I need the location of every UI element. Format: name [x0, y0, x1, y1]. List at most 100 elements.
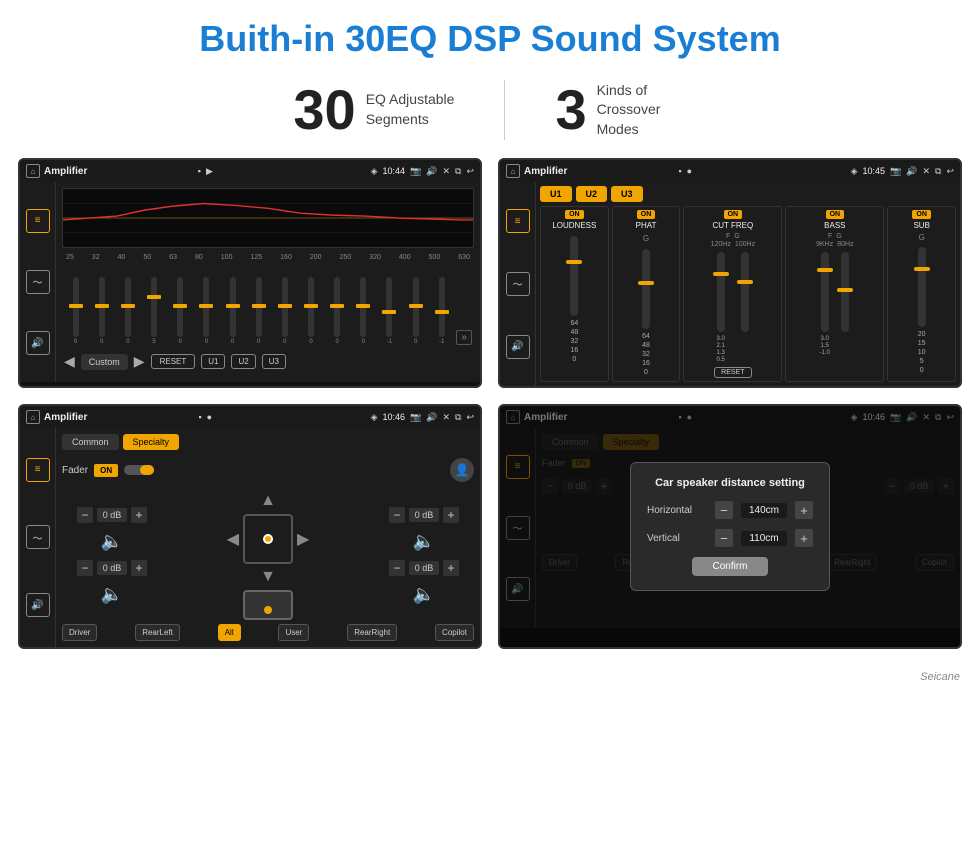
home-icon-2[interactable]: ⌂ [506, 164, 520, 178]
slider-7[interactable]: 0 [221, 277, 244, 345]
phat-slider[interactable] [642, 249, 650, 329]
slider-2[interactable]: 0 [90, 277, 113, 345]
cutfreq-slider-f[interactable] [717, 252, 725, 332]
tab-specialty[interactable]: Specialty [123, 434, 180, 450]
phat-label: PHAT [636, 221, 657, 230]
u3-preset-btn[interactable]: U3 [611, 186, 643, 202]
dialog-title: Car speaker distance setting [647, 477, 813, 489]
u2-preset-btn[interactable]: U2 [576, 186, 608, 202]
all-btn[interactable]: All [218, 624, 241, 641]
slider-5[interactable]: 0 [169, 277, 192, 345]
db-plus-rl[interactable]: + [131, 560, 147, 576]
location-icon-3: ◈ [371, 412, 378, 423]
db-plus-fl[interactable]: + [131, 507, 147, 523]
slider-6[interactable]: 0 [195, 277, 218, 345]
sidebar-wave-btn[interactable]: 〜 [26, 270, 50, 294]
crosshair[interactable] [243, 514, 293, 564]
screen2-content: ≡ 〜 🔊 U1 U2 U3 ON LOUDNESS [500, 182, 960, 386]
db-minus-fl[interactable]: − [77, 507, 93, 523]
db-value-fr: 0 dB [409, 508, 439, 522]
reset-btn[interactable]: RESET [151, 354, 196, 369]
sub-on[interactable]: ON [912, 210, 931, 219]
expand-btn[interactable]: » [456, 330, 472, 345]
slider-14[interactable]: 0 [404, 277, 427, 345]
slider-3[interactable]: 0 [116, 277, 139, 345]
driver-btn[interactable]: Driver [62, 624, 97, 641]
screen1-sidebar: ≡ 〜 🔊 [20, 182, 56, 382]
reset-btn-2[interactable]: RESET [714, 367, 751, 378]
slider-8[interactable]: 0 [247, 277, 270, 345]
vertical-plus[interactable]: + [795, 529, 813, 547]
sub-slider[interactable] [918, 247, 926, 327]
sidebar-vol-btn[interactable]: 🔊 [26, 331, 50, 355]
rear-left-btn[interactable]: RearLeft [135, 624, 180, 641]
record-icon-3: ▪ [198, 412, 201, 422]
u3-btn[interactable]: U3 [262, 354, 286, 369]
location-icon: ◈ [371, 166, 378, 177]
loudness-slider[interactable] [570, 236, 578, 316]
db-plus-rr[interactable]: + [443, 560, 459, 576]
sidebar-eq-btn-3[interactable]: ≡ [26, 458, 50, 482]
loudness-label: LOUDNESS [552, 221, 596, 230]
custom-btn[interactable]: Custom [81, 354, 128, 370]
home-icon-3[interactable]: ⌂ [26, 410, 40, 424]
slider-10[interactable]: 0 [299, 277, 322, 345]
u2-btn[interactable]: U2 [231, 354, 255, 369]
close-icon-2: ✕ [922, 166, 930, 177]
sidebar-wave-btn-2[interactable]: 〜 [506, 272, 530, 296]
sub-col: ON SUB G 20 15 10 5 0 [887, 206, 956, 382]
speaker-rl: 🔈 [101, 584, 123, 605]
u1-btn[interactable]: U1 [201, 354, 225, 369]
phat-on[interactable]: ON [637, 210, 656, 219]
bass-on[interactable]: ON [826, 210, 845, 219]
sidebar-vol-btn-2[interactable]: 🔊 [506, 335, 530, 359]
camera-icon-2: 📷 [890, 166, 901, 177]
screen1-topbar: ⌂ Amplifier ▪ ▶ ◈ 10:44 📷 🔊 ✕ ⧉ ↩ [20, 160, 480, 182]
cutfreq-slider-g[interactable] [741, 252, 749, 332]
slider-15[interactable]: -1 [430, 277, 453, 345]
db-minus-rl[interactable]: − [77, 560, 93, 576]
rear-right-btn[interactable]: RearRight [347, 624, 397, 641]
sidebar-eq-btn[interactable]: ≡ [26, 209, 50, 233]
db-control-rl: − 0 dB + [77, 560, 147, 576]
horizontal-plus[interactable]: + [795, 501, 813, 519]
screen1-title: Amplifier [44, 166, 194, 177]
user-btn[interactable]: User [278, 624, 309, 641]
tab-common[interactable]: Common [62, 434, 119, 450]
slider-13[interactable]: -1 [378, 277, 401, 345]
slider-11[interactable]: 0 [326, 277, 349, 345]
fader-on-toggle[interactable]: ON [94, 464, 118, 477]
confirm-button[interactable]: Confirm [692, 557, 767, 576]
slider-1[interactable]: 0 [64, 277, 87, 345]
cutfreq-on[interactable]: ON [724, 210, 743, 219]
slider-9[interactable]: 0 [273, 277, 296, 345]
slider-12[interactable]: 0 [352, 277, 375, 345]
db-value-rr: 0 dB [409, 561, 439, 575]
vertical-minus[interactable]: − [715, 529, 733, 547]
db-minus-rr[interactable]: − [389, 560, 405, 576]
person-icon[interactable]: 👤 [450, 458, 474, 482]
sidebar-vol-btn-3[interactable]: 🔊 [26, 593, 50, 617]
db-plus-fr[interactable]: + [443, 507, 459, 523]
u1-preset-btn[interactable]: U1 [540, 186, 572, 202]
horizontal-minus[interactable]: − [715, 501, 733, 519]
record-icon-2: ▪ [678, 166, 681, 176]
next-btn[interactable]: ▶ [134, 353, 145, 370]
slider-4[interactable]: 5 [142, 277, 165, 345]
bass-slider-g[interactable] [841, 252, 849, 332]
screen2-sidebar: ≡ 〜 🔊 [500, 182, 536, 386]
copilot-btn[interactable]: Copilot [435, 624, 474, 641]
prev-btn[interactable]: ◀ [64, 353, 75, 370]
stat-eq-desc: EQ AdjustableSegments [366, 90, 455, 129]
home-icon[interactable]: ⌂ [26, 164, 40, 178]
fader-label-row: Fader ON 👤 [62, 458, 474, 482]
screen-dialog: ⌂ Amplifier ▪ ● ◈ 10:46 📷 🔊 ✕ ⧉ ↩ ≡ 〜 � [498, 404, 962, 649]
sidebar-eq-btn-2[interactable]: ≡ [506, 209, 530, 233]
loudness-on[interactable]: ON [565, 210, 584, 219]
bass-slider-f[interactable] [821, 252, 829, 332]
sidebar-wave-btn-3[interactable]: 〜 [26, 525, 50, 549]
window-icon-3: ⧉ [455, 412, 461, 423]
db-minus-fr[interactable]: − [389, 507, 405, 523]
loudness-col: ON LOUDNESS 64 48 32 16 0 [540, 206, 609, 382]
eq-labels: 2532405063 80100125160200 25032040050063… [62, 254, 474, 261]
